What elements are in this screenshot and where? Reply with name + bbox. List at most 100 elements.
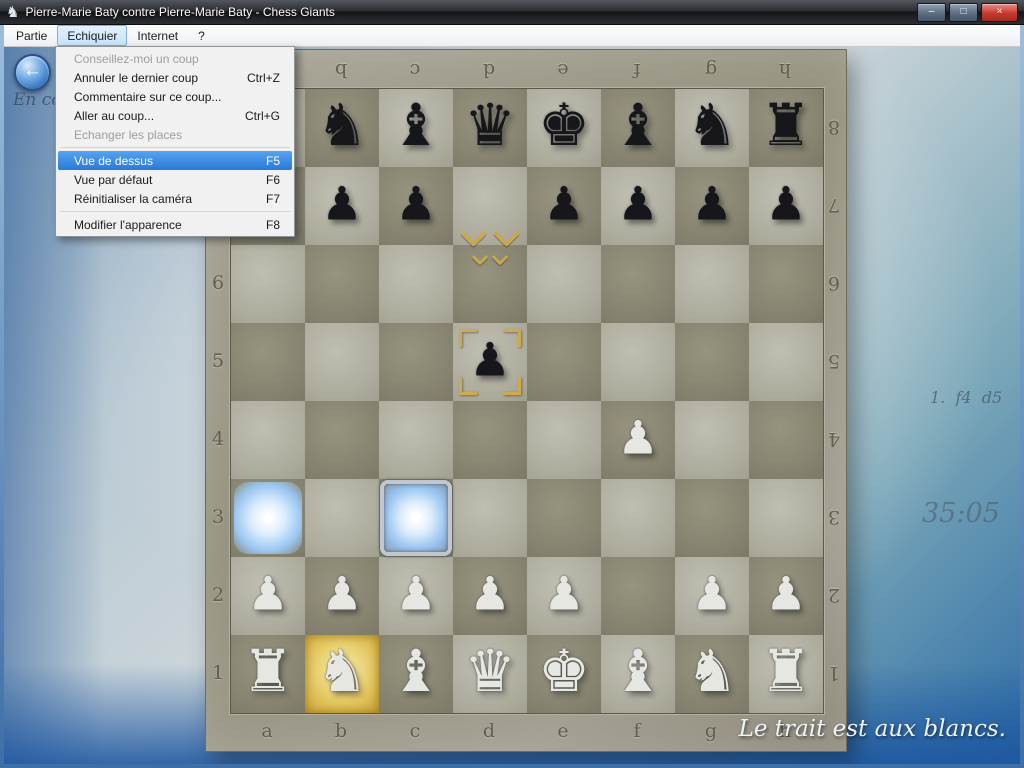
square-f3[interactable] <box>601 479 675 557</box>
piece-white-pawn[interactable]: ♟ <box>543 571 584 617</box>
square-d3[interactable] <box>453 479 527 557</box>
back-button[interactable]: ← <box>14 54 51 91</box>
piece-white-pawn[interactable]: ♟ <box>469 571 510 617</box>
square-h7[interactable]: ♟ <box>749 167 823 245</box>
square-c1[interactable]: ♝ <box>379 635 453 713</box>
square-a5[interactable] <box>231 323 305 401</box>
square-h5[interactable] <box>749 323 823 401</box>
piece-white-queen[interactable]: ♛ <box>464 642 516 700</box>
piece-black-king[interactable]: ♚ <box>538 96 590 154</box>
piece-black-bishop[interactable]: ♝ <box>390 96 442 154</box>
square-g2[interactable]: ♟ <box>675 557 749 635</box>
minimize-button[interactable]: – <box>917 3 946 22</box>
piece-black-pawn[interactable]: ♟ <box>395 181 436 227</box>
square-a6[interactable] <box>231 245 305 323</box>
piece-black-pawn[interactable]: ♟ <box>543 181 584 227</box>
square-d1[interactable]: ♛ <box>453 635 527 713</box>
piece-white-pawn[interactable]: ♟ <box>691 571 732 617</box>
piece-black-knight[interactable]: ♞ <box>686 96 738 154</box>
title-bar[interactable]: ♞ Pierre-Marie Baty contre Pierre-Marie … <box>0 0 1024 25</box>
square-b7[interactable]: ♟ <box>305 167 379 245</box>
square-g3[interactable] <box>675 479 749 557</box>
piece-white-pawn[interactable]: ♟ <box>617 415 658 461</box>
piece-white-knight[interactable]: ♞ <box>316 642 368 700</box>
square-e3[interactable] <box>527 479 601 557</box>
piece-black-pawn[interactable]: ♟ <box>617 181 658 227</box>
square-h4[interactable] <box>749 401 823 479</box>
square-a3[interactable] <box>231 479 305 557</box>
square-f2[interactable] <box>601 557 675 635</box>
square-c7[interactable]: ♟ <box>379 167 453 245</box>
square-d8[interactable]: ♛ <box>453 89 527 167</box>
square-a4[interactable] <box>231 401 305 479</box>
piece-black-rook[interactable]: ♜ <box>760 96 812 154</box>
square-f5[interactable] <box>601 323 675 401</box>
square-e5[interactable] <box>527 323 601 401</box>
menubar-item-help[interactable]: ? <box>188 25 215 46</box>
square-d7[interactable] <box>453 167 527 245</box>
piece-black-queen[interactable]: ♛ <box>464 96 516 154</box>
square-g5[interactable] <box>675 323 749 401</box>
square-c5[interactable] <box>379 323 453 401</box>
square-d4[interactable] <box>453 401 527 479</box>
piece-black-pawn[interactable]: ♟ <box>321 181 362 227</box>
square-e6[interactable] <box>527 245 601 323</box>
square-b3[interactable] <box>305 479 379 557</box>
menubar-item-internet[interactable]: Internet <box>127 25 188 46</box>
square-a2[interactable]: ♟ <box>231 557 305 635</box>
square-d6[interactable] <box>453 245 527 323</box>
square-c4[interactable] <box>379 401 453 479</box>
piece-black-pawn[interactable]: ♟ <box>765 181 806 227</box>
square-h1[interactable]: ♜ <box>749 635 823 713</box>
piece-white-rook[interactable]: ♜ <box>760 642 812 700</box>
square-h3[interactable] <box>749 479 823 557</box>
square-c6[interactable] <box>379 245 453 323</box>
menu-item-annuler-le-dernier-coup[interactable]: Annuler le dernier coupCtrl+Z <box>58 68 292 87</box>
square-g4[interactable] <box>675 401 749 479</box>
square-e1[interactable]: ♚ <box>527 635 601 713</box>
square-g6[interactable] <box>675 245 749 323</box>
piece-white-pawn[interactable]: ♟ <box>765 571 806 617</box>
menubar-item-echiquier[interactable]: Echiquier <box>57 25 127 46</box>
square-d2[interactable]: ♟ <box>453 557 527 635</box>
piece-white-pawn[interactable]: ♟ <box>395 571 436 617</box>
square-c3[interactable] <box>379 479 453 557</box>
menu-item-vue-de-dessus[interactable]: Vue de dessusF5 <box>58 151 292 170</box>
piece-white-king[interactable]: ♚ <box>538 642 590 700</box>
square-b8[interactable]: ♞ <box>305 89 379 167</box>
piece-black-pawn[interactable]: ♟ <box>469 337 510 383</box>
menu-item-commentaire-sur-ce-coup[interactable]: Commentaire sur ce coup... <box>58 87 292 106</box>
menu-item-aller-au-coup[interactable]: Aller au coup...Ctrl+G <box>58 106 292 125</box>
piece-white-pawn[interactable]: ♟ <box>321 571 362 617</box>
square-e4[interactable] <box>527 401 601 479</box>
square-e7[interactable]: ♟ <box>527 167 601 245</box>
square-b4[interactable] <box>305 401 379 479</box>
square-f1[interactable]: ♝ <box>601 635 675 713</box>
piece-black-knight[interactable]: ♞ <box>316 96 368 154</box>
square-b5[interactable] <box>305 323 379 401</box>
square-g8[interactable]: ♞ <box>675 89 749 167</box>
square-f8[interactable]: ♝ <box>601 89 675 167</box>
square-f7[interactable]: ♟ <box>601 167 675 245</box>
menu-item-modifier-l-apparence[interactable]: Modifier l'apparenceF8 <box>58 215 292 234</box>
menu-item-réinitialiser-la-caméra[interactable]: Réinitialiser la caméraF7 <box>58 189 292 208</box>
square-h6[interactable] <box>749 245 823 323</box>
close-button[interactable]: × <box>981 3 1018 22</box>
square-h2[interactable]: ♟ <box>749 557 823 635</box>
piece-black-bishop[interactable]: ♝ <box>612 96 664 154</box>
square-g7[interactable]: ♟ <box>675 167 749 245</box>
square-e2[interactable]: ♟ <box>527 557 601 635</box>
square-a1[interactable]: ♜ <box>231 635 305 713</box>
piece-white-bishop[interactable]: ♝ <box>390 642 442 700</box>
square-f4[interactable]: ♟ <box>601 401 675 479</box>
maximize-button[interactable]: □ <box>949 3 978 22</box>
piece-white-rook[interactable]: ♜ <box>242 642 294 700</box>
square-d5[interactable]: ♟ <box>453 323 527 401</box>
square-b1[interactable]: ♞ <box>305 635 379 713</box>
square-c2[interactable]: ♟ <box>379 557 453 635</box>
square-h8[interactable]: ♜ <box>749 89 823 167</box>
piece-white-bishop[interactable]: ♝ <box>612 642 664 700</box>
piece-black-pawn[interactable]: ♟ <box>691 181 732 227</box>
square-c8[interactable]: ♝ <box>379 89 453 167</box>
square-e8[interactable]: ♚ <box>527 89 601 167</box>
